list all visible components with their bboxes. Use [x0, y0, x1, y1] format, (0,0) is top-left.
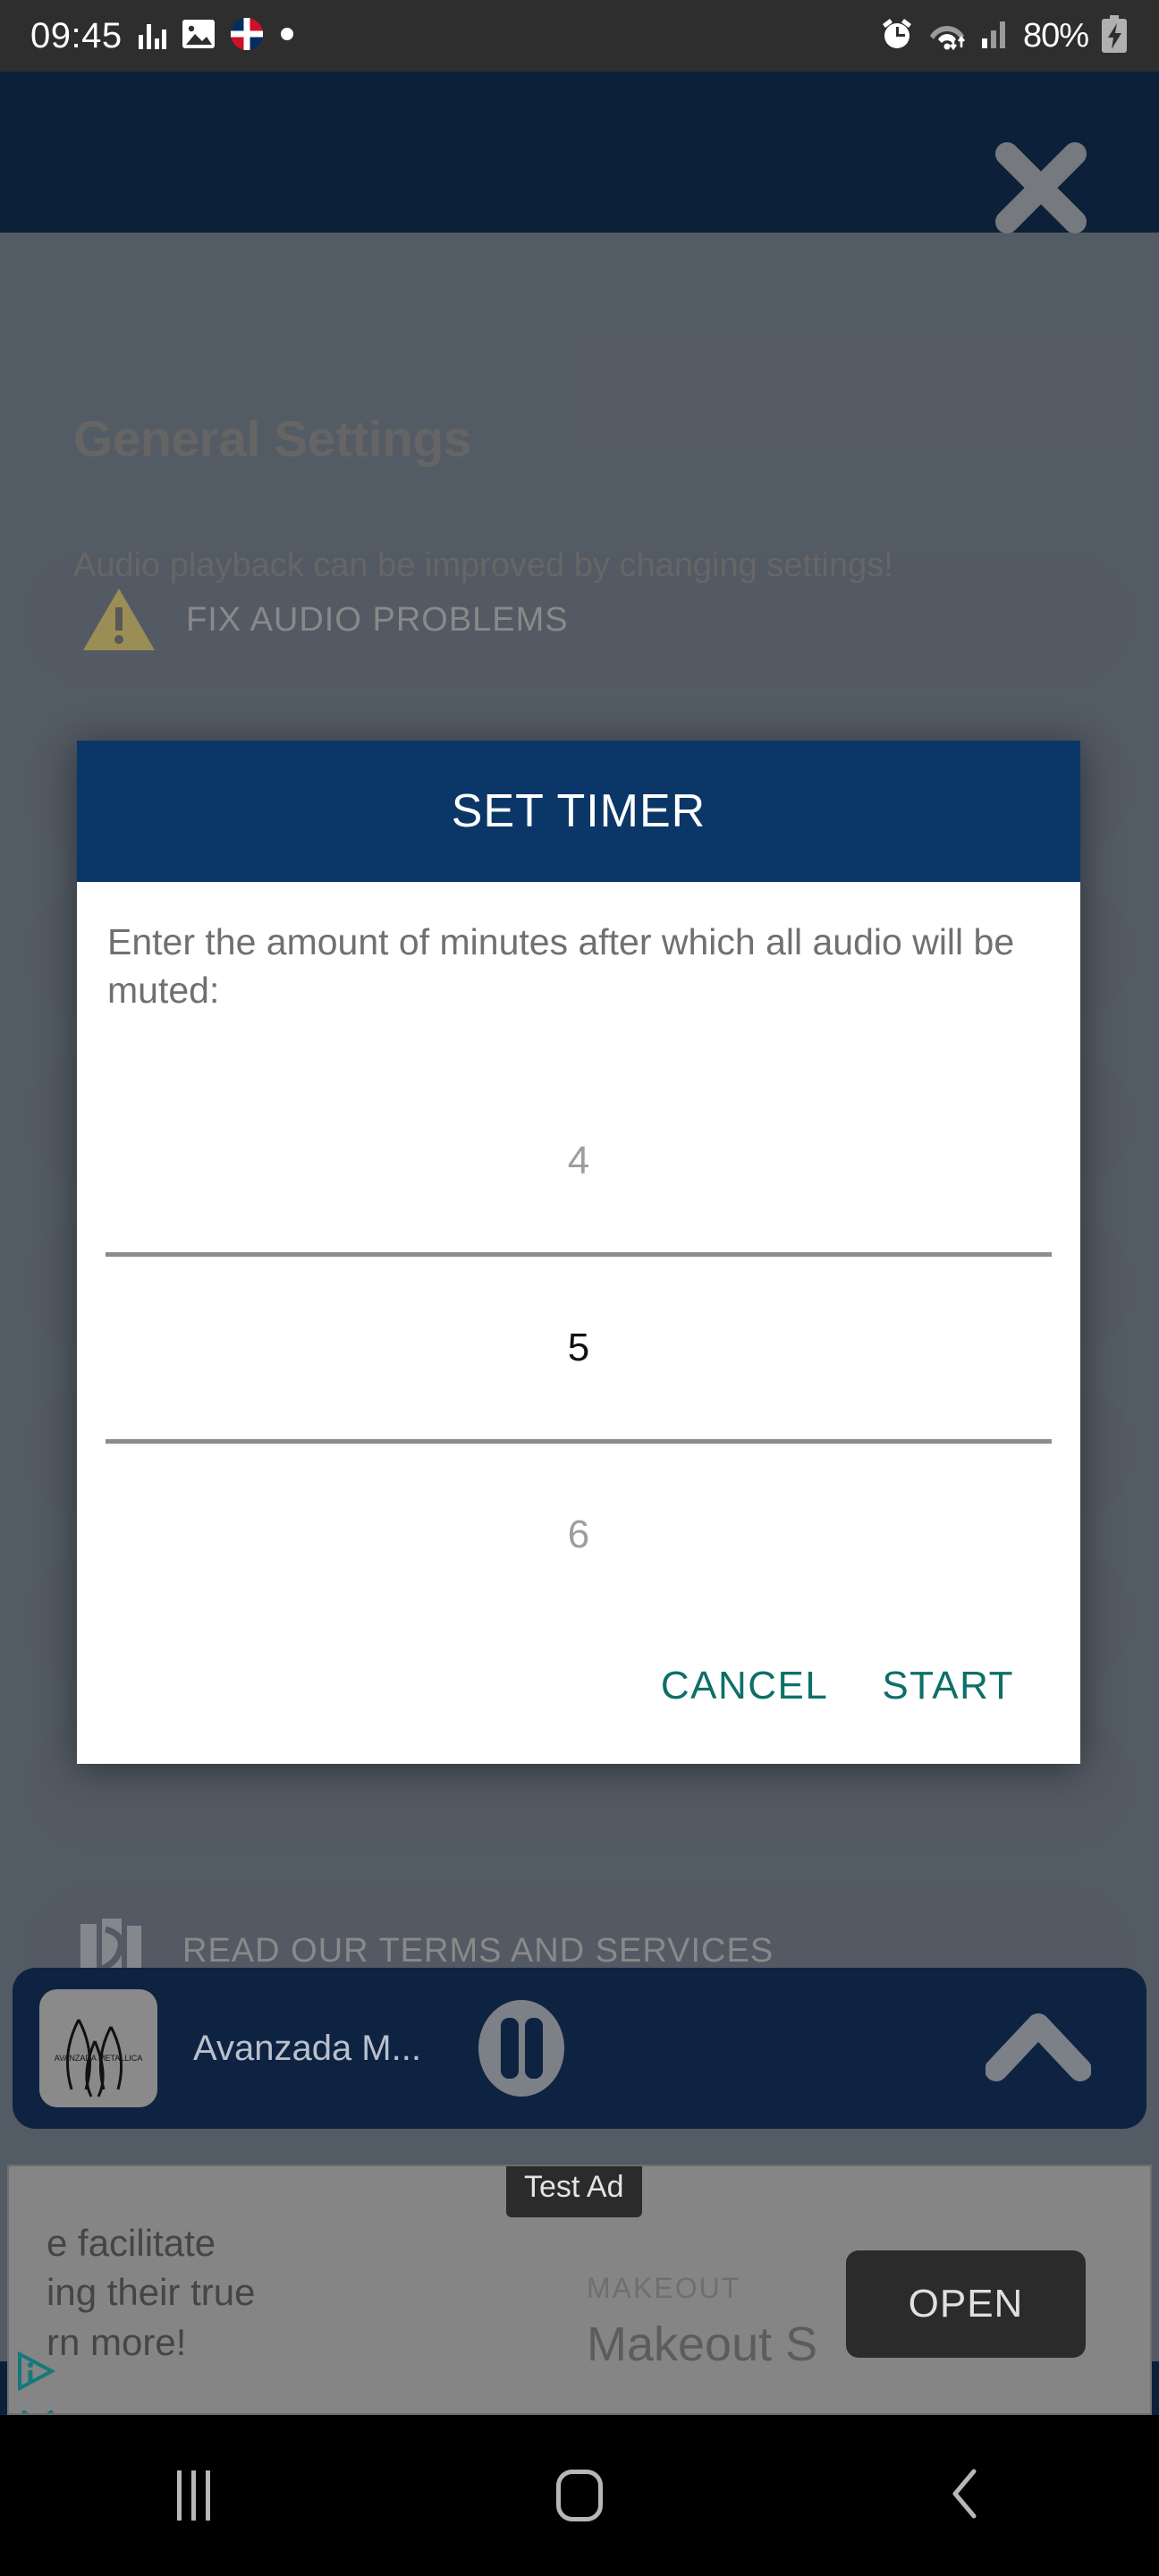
dot-icon: [278, 25, 296, 47]
status-bar-left: 09:45: [30, 16, 296, 56]
ad-close-icon[interactable]: [18, 2406, 57, 2413]
album-art[interactable]: AVANZADA METALLICA: [39, 1989, 157, 2107]
ad-title: Makeout S: [587, 2318, 818, 2371]
battery-charging-icon: [1100, 14, 1129, 57]
image-icon: [182, 19, 216, 54]
set-timer-dialog: SET TIMER Enter the amount of minutes af…: [77, 741, 1080, 1765]
svg-text:AVANZADA METALLICA: AVANZADA METALLICA: [55, 2054, 143, 2063]
flag-icon: [230, 17, 264, 55]
minutes-number-picker[interactable]: 4 5 6: [104, 1070, 1053, 1626]
cancel-button[interactable]: CANCEL: [661, 1664, 829, 1708]
dialog-prompt: Enter the amount of minutes after which …: [107, 921, 1015, 1012]
recents-icon: [176, 2470, 210, 2521]
ad-test-badge: Test Ad: [506, 2166, 642, 2217]
battery-percent-label: 80%: [1022, 16, 1089, 55]
pause-icon[interactable]: [471, 1998, 571, 2098]
ad-eyebrow: MAKEOUT: [587, 2272, 741, 2304]
status-bar: 09:45 80%: [0, 0, 1159, 72]
back-icon: [944, 2466, 987, 2526]
equalizer-icon: [137, 22, 167, 49]
picker-value-previous[interactable]: 4: [104, 1070, 1053, 1252]
home-icon: [556, 2470, 603, 2521]
top-bar-area: [0, 72, 1159, 233]
ad-body-text: e facilitate ing their true rn more!: [47, 2222, 256, 2363]
dialog-body: Enter the amount of minutes after which …: [77, 882, 1080, 1626]
alarm-icon: [879, 16, 915, 56]
picker-value-next[interactable]: 6: [104, 1444, 1053, 1626]
clock-time: 09:45: [30, 15, 123, 55]
start-button[interactable]: START: [882, 1664, 1014, 1708]
wifi-icon: [926, 17, 968, 55]
ad-banner[interactable]: Test Ad e facilitate ing their true rn m…: [7, 2165, 1152, 2415]
dialog-actions: CANCEL START: [77, 1626, 1080, 1764]
signal-icon: [979, 18, 1011, 55]
close-icon[interactable]: [987, 134, 1095, 242]
mini-player-bar[interactable]: AVANZADA METALLICA Avanzada M...: [13, 1968, 1146, 2129]
chevron-up-icon[interactable]: [985, 2012, 1092, 2084]
recents-button[interactable]: [0, 2470, 386, 2521]
track-title: Avanzada M...: [193, 2028, 421, 2068]
back-button[interactable]: [773, 2466, 1159, 2526]
phone-screen: FIX AUDIO PROBLEMS READ OUR TERMS AND SE…: [0, 0, 1159, 2576]
dialog-title: SET TIMER: [77, 741, 1080, 882]
ad-open-button[interactable]: OPEN: [846, 2250, 1086, 2358]
picker-value-selected[interactable]: 5: [104, 1257, 1053, 1439]
home-button[interactable]: [386, 2470, 773, 2521]
adchoices-info-icon[interactable]: [16, 2351, 57, 2392]
status-bar-right: 80%: [879, 14, 1129, 57]
android-nav-bar: [0, 2415, 1159, 2576]
